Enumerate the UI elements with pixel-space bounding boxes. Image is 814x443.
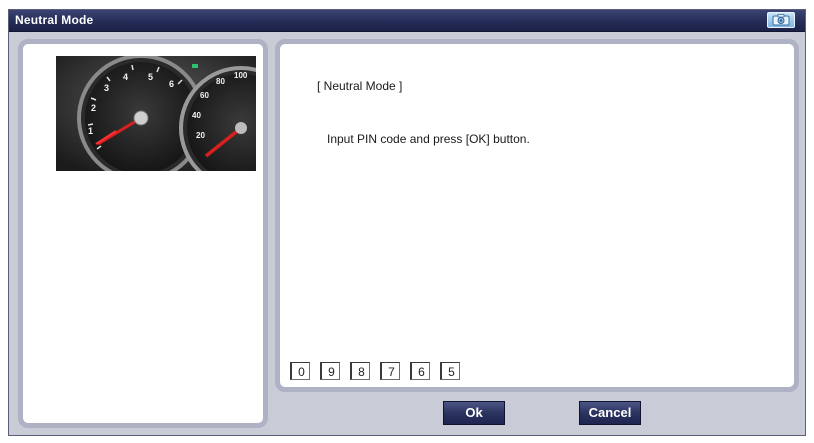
svg-text:4: 4 xyxy=(123,72,128,82)
image-panel: 1 2 3 4 5 6 20 40 60 80 100 xyxy=(18,39,268,428)
pin-digit-2[interactable]: 9 xyxy=(320,362,340,380)
ok-button[interactable]: Ok xyxy=(443,401,505,425)
mode-heading: [ Neutral Mode ] xyxy=(317,79,403,93)
svg-text:6: 6 xyxy=(169,79,174,89)
pin-digit-1[interactable]: 0 xyxy=(290,362,310,380)
camera-icon[interactable] xyxy=(767,12,795,28)
svg-text:2: 2 xyxy=(91,103,96,113)
title-bar: Neutral Mode xyxy=(9,10,805,32)
message-panel: [ Neutral Mode ] Input PIN code and pres… xyxy=(275,39,799,392)
pin-digit-5[interactable]: 6 xyxy=(410,362,430,380)
svg-text:40: 40 xyxy=(192,111,201,120)
pin-digit-4[interactable]: 7 xyxy=(380,362,400,380)
svg-text:60: 60 xyxy=(200,91,209,100)
svg-text:80: 80 xyxy=(216,77,225,86)
svg-text:1: 1 xyxy=(88,126,93,136)
window-title: Neutral Mode xyxy=(15,13,94,27)
pin-digit-3[interactable]: 8 xyxy=(350,362,370,380)
svg-text:3: 3 xyxy=(104,83,109,93)
cancel-button[interactable]: Cancel xyxy=(579,401,641,425)
svg-text:100: 100 xyxy=(234,71,248,80)
neutral-mode-window: Neutral Mode 1 2 3 4 5 6 20 40 60 80 100… xyxy=(8,9,806,436)
instruction-text: Input PIN code and press [OK] button. xyxy=(327,132,530,146)
svg-text:20: 20 xyxy=(196,131,205,140)
instrument-cluster-gauge-icon: 1 2 3 4 5 6 20 40 60 80 100 xyxy=(56,56,256,171)
svg-text:5: 5 xyxy=(148,72,153,82)
pin-digit-6[interactable]: 5 xyxy=(440,362,460,380)
